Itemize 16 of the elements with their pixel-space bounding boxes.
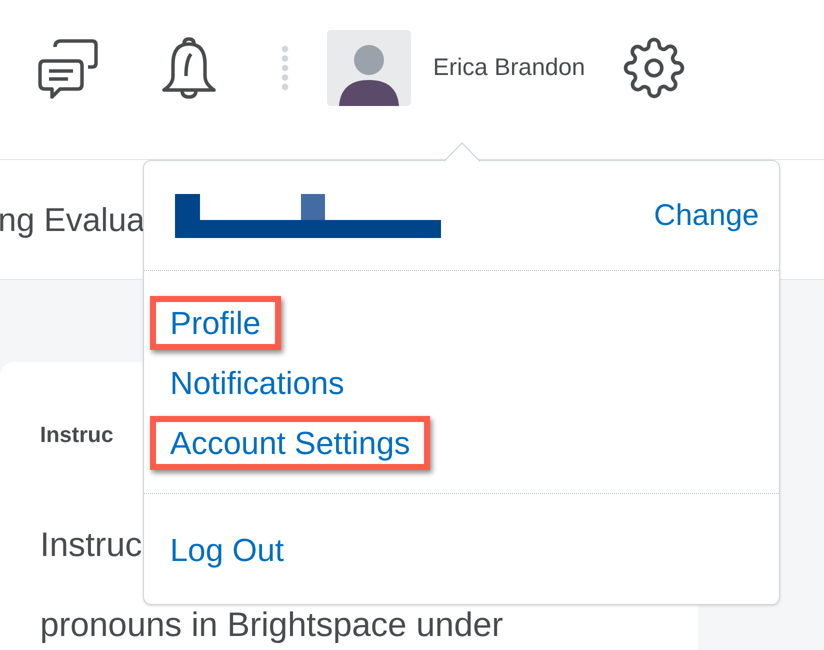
menu-link[interactable]: Notifications: [150, 356, 364, 410]
settings-icon[interactable]: [623, 36, 686, 98]
avatar[interactable]: [327, 30, 411, 106]
paragraph-line: Instruc: [40, 525, 142, 565]
menu-link[interactable]: Profile: [150, 296, 281, 350]
user-name[interactable]: Erica Brandon: [433, 50, 586, 86]
menu-link[interactable]: Account Settings: [150, 416, 430, 470]
change-link[interactable]: Change: [654, 193, 759, 238]
page-title: ng Evalua: [0, 200, 145, 240]
bell-icon[interactable]: [160, 36, 218, 100]
chat-icon[interactable]: [38, 36, 100, 98]
separator-dots-icon: [281, 44, 289, 90]
menu-link[interactable]: Log Out: [150, 523, 304, 577]
logo-icon: [175, 194, 441, 238]
paragraph-line: pronouns in Brightspace under: [40, 605, 504, 645]
card-heading: Instruc: [40, 421, 114, 449]
